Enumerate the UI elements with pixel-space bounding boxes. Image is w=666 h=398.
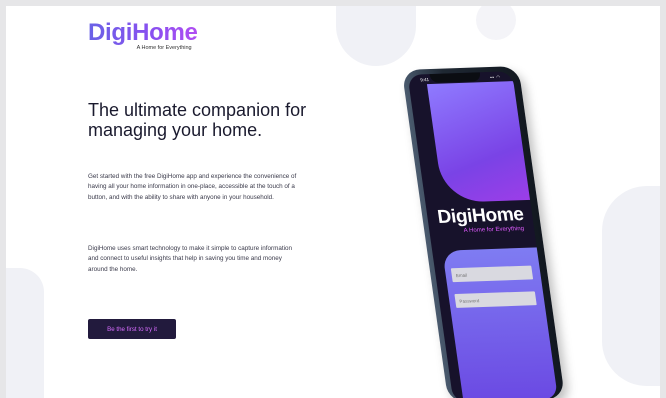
hero-paragraph-1: Get started with the free DigiHome app a… [88, 173, 297, 201]
brand-name: DigiHome [88, 19, 198, 46]
brand-logo[interactable]: DigiHome A Home for Everything [88, 19, 198, 52]
hero-headline: The ultimate companion for managing your… [88, 100, 307, 140]
phone-notch [429, 72, 482, 83]
app-tagline: A Home for Everything [463, 225, 525, 235]
background-shape [602, 186, 660, 386]
status-icons: ▪▪ ◠ [489, 74, 502, 80]
email-field[interactable] [450, 265, 534, 283]
background-shape [6, 268, 44, 398]
status-time: 9:41 [419, 77, 430, 83]
phone-mockup: 9:41 ▪▪ ◠ DigiHome A Home for Everything [401, 65, 566, 398]
hero-paragraph-2: DigiHome uses smart technology to make i… [88, 245, 293, 273]
app-title: DigiHome [436, 204, 525, 228]
try-it-button[interactable]: Be the first to try it [88, 319, 176, 339]
background-shape [336, 6, 416, 66]
password-field[interactable] [454, 291, 537, 308]
background-shape [476, 6, 516, 40]
landing-page: DigiHome A Home for Everything The ultim… [6, 6, 660, 398]
